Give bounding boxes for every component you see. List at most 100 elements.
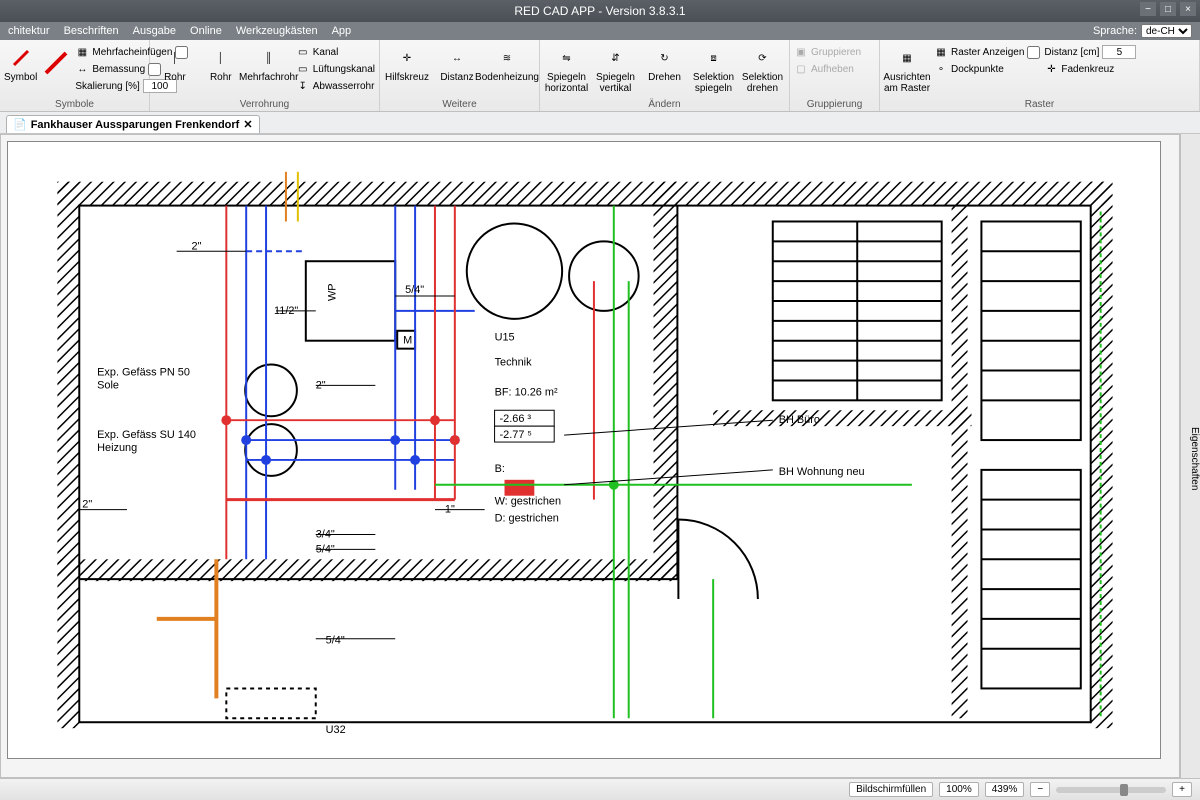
pipe-icon: │ (163, 46, 187, 70)
bildschirmfuellen-button[interactable]: Bildschirmfüllen (849, 782, 933, 797)
symbol-icon (9, 46, 33, 70)
document-tab[interactable]: 📄 Fankhauser Aussparungen Frenkendorf ✕ (6, 115, 260, 133)
flip-v-icon: ⇵ (604, 46, 628, 70)
ausrichten-raster-button[interactable]: ▦Ausrichten am Raster (884, 42, 930, 94)
title-bar: RED CAD APP - Version 3.8.3.1 − □ × (0, 0, 1200, 22)
spiegeln-horizontal-button[interactable]: ⇋Spiegeln horizontal (544, 42, 589, 94)
properties-panel-tab[interactable]: Eigenschaften (1180, 134, 1200, 778)
selektion-spiegeln-button[interactable]: ⧈Selektion spiegeln (691, 42, 736, 94)
svg-text:Heizung: Heizung (97, 442, 137, 454)
svg-text:BH Wohnung neu: BH Wohnung neu (779, 466, 865, 478)
raster-distanz-input[interactable] (1102, 45, 1136, 59)
bodenheizung-button[interactable]: ≋Bodenheizung (484, 42, 530, 83)
svg-text:-2.77 ⁵: -2.77 ⁵ (500, 429, 532, 441)
zoom-slider[interactable] (1056, 787, 1166, 793)
menu-beschriften[interactable]: Beschriften (64, 25, 119, 37)
svg-text:5/4": 5/4" (405, 284, 424, 296)
dock-icon: ∘ (934, 62, 948, 76)
fadenkreuz-toggle[interactable]: ✛Fadenkreuz (1044, 61, 1136, 77)
canvas-viewport[interactable]: Exp. Gefäss PN 50 Sole Exp. Gefäss SU 14… (0, 134, 1180, 778)
svg-text:2": 2" (316, 379, 326, 391)
svg-text:D: gestrichen: D: gestrichen (495, 513, 559, 525)
svg-text:U15: U15 (495, 332, 515, 344)
menu-ausgabe[interactable]: Ausgabe (133, 25, 176, 37)
svg-text:B:: B: (495, 463, 505, 475)
floor-heating-icon: ≋ (495, 46, 519, 70)
close-tab-button[interactable]: ✕ (243, 118, 252, 131)
duct-icon: ▭ (296, 45, 310, 59)
abwasserrohr-button[interactable]: ↧Abwasserrohr (296, 78, 375, 94)
svg-text:WP: WP (327, 283, 339, 301)
zoom-out-button[interactable]: − (1030, 782, 1050, 797)
file-icon: 📄 (13, 118, 27, 131)
show-grid-icon: ▦ (934, 45, 948, 59)
drawing-canvas[interactable]: Exp. Gefäss PN 50 Sole Exp. Gefäss SU 14… (7, 141, 1161, 759)
symbol-preview-icon (41, 48, 71, 82)
zoom-100-button[interactable]: 100% (939, 782, 979, 797)
svg-text:2": 2" (82, 499, 92, 511)
document-title: Fankhauser Aussparungen Frenkendorf (31, 119, 240, 131)
lueftungskanal-button[interactable]: ▭Lüftungskanal (296, 61, 375, 77)
drehen-button[interactable]: ↻Drehen (642, 42, 687, 83)
maximize-button[interactable]: □ (1160, 2, 1176, 16)
document-tab-bar: 📄 Fankhauser Aussparungen Frenkendorf ✕ (0, 112, 1200, 134)
spiegeln-vertikal-button[interactable]: ⇵Spiegeln vertikal (593, 42, 638, 94)
selektion-drehen-button[interactable]: ⟳Selektion drehen (740, 42, 785, 94)
group-label-symbole: Symbole (4, 98, 145, 111)
status-bar: Bildschirmfüllen 100% 439% − + (0, 778, 1200, 800)
app-title: RED CAD APP - Version 3.8.3.1 (514, 4, 685, 18)
distance-icon: ↔ (445, 46, 469, 70)
ribbon: Symbol ▦Mehrfacheinfügen ↔Bemassung Skal… (0, 40, 1200, 112)
svg-text:BF: 10.26 m²: BF: 10.26 m² (495, 386, 558, 398)
zoom-current: 439% (985, 782, 1025, 797)
svg-text:3/4": 3/4" (316, 528, 335, 540)
raster-anzeigen-checkbox[interactable] (1027, 46, 1040, 59)
menu-app[interactable]: App (332, 25, 352, 37)
distanz-button[interactable]: ↔Distanz (434, 42, 480, 83)
rohr-button-2[interactable]: │Rohr (200, 42, 242, 83)
zoom-in-button[interactable]: + (1172, 782, 1192, 797)
menu-werkzeugkaesten[interactable]: Werkzeugkästen (236, 25, 318, 37)
rotate-icon: ↻ (653, 46, 677, 70)
menu-architektur[interactable]: chitektur (8, 25, 50, 37)
aufheben-button[interactable]: ▢Aufheben (794, 61, 861, 77)
gruppieren-button[interactable]: ▣Gruppieren (794, 44, 861, 60)
sel-flip-icon: ⧈ (702, 46, 726, 70)
raster-anzeigen-toggle[interactable]: ▦Raster Anzeigen (934, 44, 1040, 60)
sel-rotate-icon: ⟳ (751, 46, 775, 70)
minimize-button[interactable]: − (1140, 2, 1156, 16)
svg-text:1": 1" (445, 504, 455, 516)
drain-icon: ↧ (296, 79, 310, 93)
group-icon: ▣ (794, 45, 808, 59)
multipipe-icon: ║ (257, 46, 281, 70)
group-label-weitere: Weitere (384, 98, 535, 111)
symbol-button[interactable]: Symbol (4, 42, 37, 83)
floor-plan[interactable]: Exp. Gefäss PN 50 Sole Exp. Gefäss SU 14… (8, 142, 1160, 758)
vent-icon: ▭ (296, 62, 310, 76)
menu-online[interactable]: Online (190, 25, 222, 37)
group-label-gruppierung: Gruppierung (794, 98, 875, 111)
svg-text:Exp. Gefäss SU 140: Exp. Gefäss SU 140 (97, 429, 196, 441)
snap-grid-icon: ▦ (895, 46, 919, 70)
language-select[interactable]: de-CH (1141, 24, 1192, 38)
svg-text:BH Büro: BH Büro (779, 414, 820, 426)
svg-text:5/4": 5/4" (326, 635, 345, 647)
svg-text:U32: U32 (326, 724, 346, 736)
crosshair-icon: ✛ (1044, 62, 1058, 76)
svg-text:-2.66 ³: -2.66 ³ (500, 413, 532, 425)
kanal-button[interactable]: ▭Kanal (296, 44, 375, 60)
multi-insert-icon: ▦ (75, 45, 89, 59)
rohr-button-1[interactable]: │Rohr (154, 42, 196, 83)
svg-text:M: M (403, 335, 412, 347)
dockpunkte-toggle[interactable]: ∘Dockpunkte (934, 61, 1040, 77)
dimension-icon: ↔ (75, 62, 89, 76)
svg-text:2": 2" (192, 240, 202, 252)
ungroup-icon: ▢ (794, 62, 808, 76)
svg-text:Sole: Sole (97, 379, 119, 391)
mehrfachrohr-button[interactable]: ║Mehrfachrohr (246, 42, 292, 83)
close-button[interactable]: × (1180, 2, 1196, 16)
flip-h-icon: ⇋ (555, 46, 579, 70)
pipe-icon: │ (209, 46, 233, 70)
svg-text:W: gestrichen: W: gestrichen (495, 496, 561, 508)
hilfskreuz-button[interactable]: ✛Hilfskreuz (384, 42, 430, 83)
